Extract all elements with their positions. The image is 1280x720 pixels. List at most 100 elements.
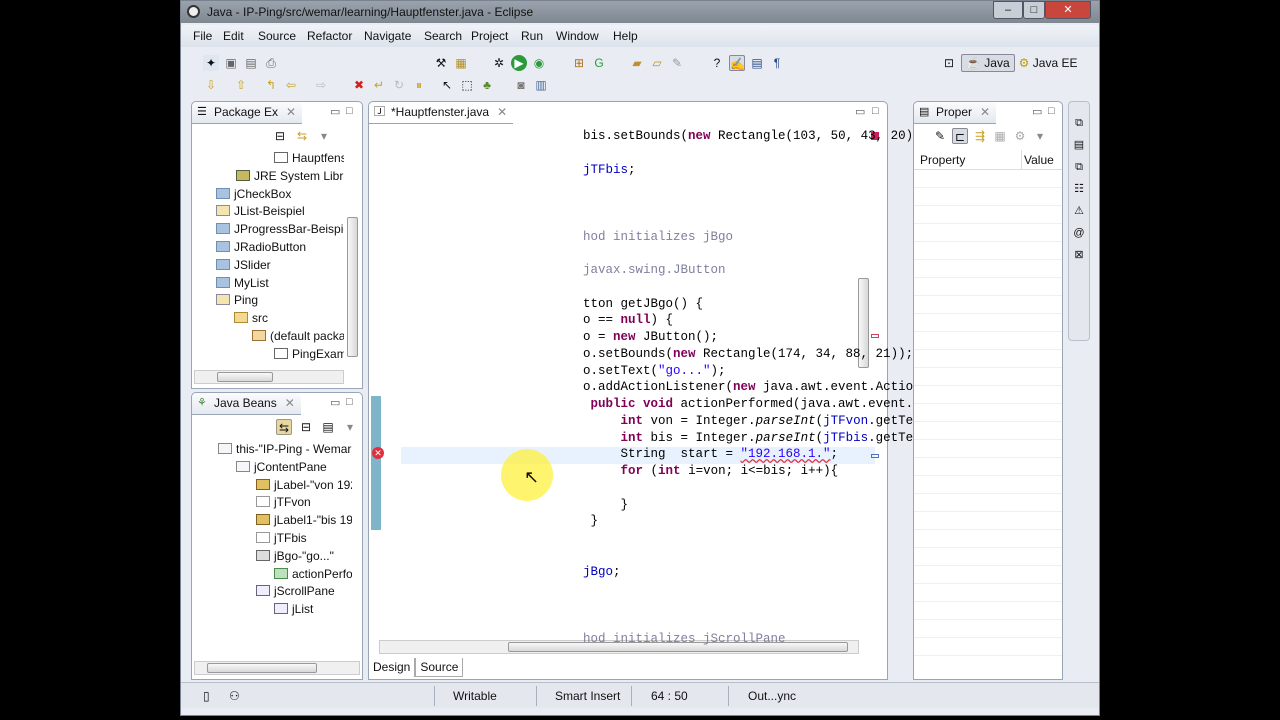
java-beans-tab[interactable]: ⚘ Java Beans ✕: [192, 393, 301, 415]
step-return-icon[interactable]: ↵: [371, 77, 387, 93]
tree-item[interactable]: jScrollPane: [256, 583, 335, 600]
open-perspective-icon[interactable]: ⊡: [941, 55, 957, 71]
step-icon[interactable]: ↻: [391, 77, 407, 93]
prev-annotation-icon[interactable]: ⇧: [233, 77, 249, 93]
close-button[interactable]: ✕: [1045, 1, 1091, 19]
tree-item[interactable]: JList-Beispiel: [216, 203, 305, 220]
error-marker-icon[interactable]: ✕: [372, 447, 384, 459]
show-advanced-icon[interactable]: ⊏: [952, 128, 968, 144]
maximize-view-icon[interactable]: □: [346, 105, 353, 117]
build-icon[interactable]: ⚒: [433, 55, 449, 71]
properties-tab[interactable]: ▤ Proper ✕: [914, 102, 997, 124]
terminate-icon[interactable]: ✖: [351, 77, 367, 93]
restore-icon[interactable]: ⧉: [1069, 112, 1089, 134]
marquee-icon[interactable]: ⬚: [459, 77, 475, 93]
next-annotation-icon[interactable]: ⇩: [203, 77, 219, 93]
tree-item[interactable]: JSlider: [216, 257, 271, 274]
column-property[interactable]: Property: [914, 150, 1022, 169]
javadoc-icon[interactable]: @: [1069, 222, 1089, 244]
run-icon[interactable]: ▶: [511, 55, 527, 71]
problems-icon[interactable]: ⚠: [1069, 200, 1089, 222]
menu-run[interactable]: Run: [521, 29, 543, 43]
close-icon[interactable]: ✕: [286, 105, 296, 119]
tree-item[interactable]: jBgo-"go...": [256, 548, 334, 565]
new-icon[interactable]: ✦: [203, 55, 219, 71]
view-menu-icon[interactable]: ▾: [1032, 128, 1048, 144]
select-icon[interactable]: ↖: [439, 77, 455, 93]
tree-item[interactable]: actionPerforr: [274, 566, 352, 583]
show-view-icon[interactable]: ⚇: [229, 689, 240, 703]
save-all-icon[interactable]: ▤: [243, 55, 259, 71]
open-type-icon[interactable]: ▦: [453, 55, 469, 71]
restore-icon[interactable]: ⧉: [1069, 156, 1089, 178]
external-tools-icon[interactable]: ◉: [531, 55, 547, 71]
view-menu-icon[interactable]: ▾: [342, 419, 358, 435]
tree-item[interactable]: MyList: [216, 275, 269, 292]
tree-item[interactable]: jCheckBox: [216, 186, 291, 203]
menu-file[interactable]: File: [193, 29, 212, 43]
declaration-icon[interactable]: ⊠: [1069, 244, 1089, 266]
tree-item[interactable]: Hauptfens: [274, 150, 344, 167]
tree-item[interactable]: jLabel1-"bis 192.1: [256, 512, 352, 529]
show-whitespace-icon[interactable]: ¶: [769, 55, 785, 71]
filter-icon[interactable]: ⇶: [972, 128, 988, 144]
minimize-view-icon[interactable]: ▭: [330, 396, 340, 409]
menu-help[interactable]: Help: [613, 29, 638, 43]
last-edit-icon[interactable]: ↰: [263, 77, 279, 93]
maximize-button[interactable]: □: [1023, 1, 1045, 19]
open-folder-icon[interactable]: ▰: [629, 55, 645, 71]
tree-item[interactable]: jTFvon: [256, 494, 311, 511]
search-icon[interactable]: ✎: [669, 55, 685, 71]
tree-item[interactable]: jTFbis: [256, 530, 307, 547]
minimize-view-icon[interactable]: ▭: [855, 105, 865, 118]
tree-item[interactable]: PingExam: [274, 346, 344, 363]
close-icon[interactable]: ✕: [285, 396, 295, 410]
open-resource-icon[interactable]: ▱: [649, 55, 665, 71]
new-package-icon[interactable]: G: [591, 55, 607, 71]
link-editor-icon[interactable]: ⇆: [294, 128, 310, 144]
close-icon[interactable]: ✕: [497, 105, 507, 119]
java-beans-hscroll[interactable]: [194, 661, 360, 675]
show-categories-icon[interactable]: ✎: [932, 128, 948, 144]
package-explorer-tab[interactable]: ☰ Package Ex ✕: [192, 102, 303, 124]
maximize-view-icon[interactable]: □: [346, 396, 353, 408]
package-explorer-hscroll[interactable]: [194, 370, 344, 384]
mark-occurrences-icon[interactable]: ✍: [729, 55, 745, 71]
maximize-view-icon[interactable]: □: [1048, 105, 1055, 117]
tree-item[interactable]: jContentPane: [236, 459, 327, 476]
palette-icon[interactable]: ▥: [533, 77, 549, 93]
menu-edit[interactable]: Edit: [223, 29, 244, 43]
minimize-view-icon[interactable]: ▭: [330, 105, 340, 118]
tree-item[interactable]: this-"IP-Ping - WemarLe: [218, 441, 352, 458]
package-explorer-vscroll[interactable]: [347, 217, 358, 357]
fast-view-icon[interactable]: ▯: [203, 689, 210, 703]
save-icon[interactable]: ▣: [223, 55, 239, 71]
editor-tab[interactable]: 🄹 *Hauptfenster.java ✕: [369, 102, 514, 124]
debug-icon[interactable]: ✲: [491, 55, 507, 71]
tree-item[interactable]: JRadioButton: [216, 239, 306, 256]
forward-icon[interactable]: ⇨: [313, 77, 329, 93]
hover-icon[interactable]: ?: [709, 55, 725, 71]
print-icon[interactable]: ⎙: [263, 55, 279, 71]
tab-source[interactable]: Source: [415, 658, 464, 677]
settings-icon[interactable]: ⚙: [1012, 128, 1028, 144]
view-menu-icon[interactable]: ▾: [316, 128, 332, 144]
tree-item[interactable]: Ping: [216, 292, 258, 309]
tree-item[interactable]: (default packa: [252, 328, 344, 345]
collapse-all-icon[interactable]: ⊟: [272, 128, 288, 144]
menu-search[interactable]: Search: [424, 29, 462, 43]
minimize-view-icon[interactable]: ▭: [1032, 105, 1042, 118]
tree-item[interactable]: src: [234, 310, 268, 327]
filter-icon[interactable]: ▤: [320, 419, 336, 435]
tree-item[interactable]: jList: [274, 601, 313, 618]
block-selection-icon[interactable]: ▤: [749, 55, 765, 71]
tab-design[interactable]: Design: [369, 658, 416, 677]
tree-item[interactable]: JProgressBar-Beispiel: [216, 221, 344, 238]
close-icon[interactable]: ✕: [980, 105, 990, 119]
menu-source[interactable]: Source: [258, 29, 296, 43]
menu-refactor[interactable]: Refactor: [307, 29, 352, 43]
preview-icon[interactable]: ◙: [513, 77, 529, 93]
perspective-java[interactable]: ☕ Java: [961, 54, 1015, 72]
tree-item[interactable]: JRE System Librar: [236, 168, 344, 185]
maximize-view-icon[interactable]: □: [872, 105, 879, 117]
